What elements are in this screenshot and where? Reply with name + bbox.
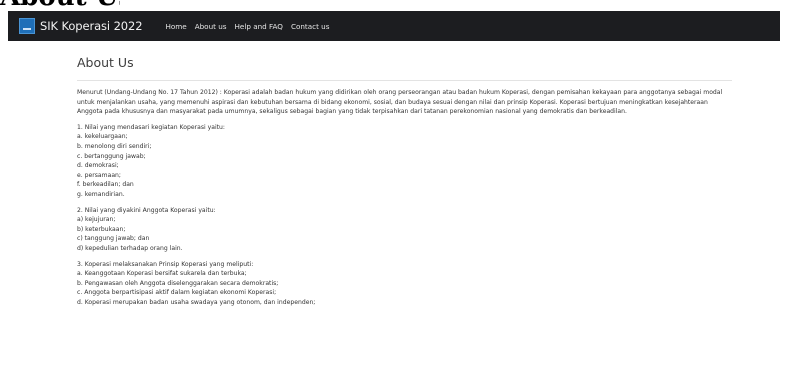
brand-name: SIK Koperasi 2022 [40,19,143,33]
list-item: f. berkeadilan; dan [77,181,134,189]
list-item: c) tanggung jawab; dan [77,235,150,243]
list-item: b) keterbukaan; [77,225,126,233]
section-member-values: 2. Nilai yang diyakini Anggota Koperasi … [77,206,732,254]
page-title: About Us [77,55,134,70]
list-item: c. Anggota berpartisipasi aktif dalam ke… [77,289,277,297]
list-item: d) kepedulian terhadap orang lain. [77,244,183,252]
list-item: a. Keanggotaan Koperasi bersifat sukarel… [77,270,247,278]
list-item: d. demokrasi; [77,162,119,170]
nav-links: Home About us Help and FAQ Contact us [165,22,329,31]
list-item: a. kekeluargaan; [77,133,128,141]
list-item: d. Koperasi merupakan badan usaha swaday… [77,298,316,306]
section-heading: 2. Nilai yang diyakini Anggota Koperasi … [77,206,216,214]
list-item: g. kemandirian. [77,190,125,198]
list-item: c. bertanggung jawab; [77,152,146,160]
list-item: b. Pengawasan oleh Anggota diselenggarak… [77,279,279,287]
section-heading: 3. Koperasi melaksanakan Prinsip Koperas… [77,260,254,268]
list-item: a) kejujuran; [77,216,116,224]
top-navbar: SIK Koperasi 2022 Home About us Help and… [8,11,780,41]
nav-link-about[interactable]: About us [195,22,227,31]
list-item: b. menolong diri sendiri; [77,142,152,150]
nav-link-help-faq[interactable]: Help and FAQ [235,22,283,31]
section-principles: 3. Koperasi melaksanakan Prinsip Koperas… [77,260,732,308]
nav-link-contact[interactable]: Contact us [291,22,330,31]
list-item: e. persamaan; [77,171,121,179]
main-content: About Us Menurut (Undang-Undang No. 17 T… [77,56,732,313]
page-heading-fragment: About Us [0,0,120,11]
section-heading: 1. Nilai yang mendasari kegiatan Koperas… [77,123,225,131]
brand-logo-icon [19,18,35,34]
nav-link-home[interactable]: Home [165,22,186,31]
section-values: 1. Nilai yang mendasari kegiatan Koperas… [77,123,732,200]
brand[interactable]: SIK Koperasi 2022 [19,18,143,34]
title-divider [77,80,732,81]
intro-paragraph: Menurut (Undang-Undang No. 17 Tahun 2012… [77,89,723,116]
